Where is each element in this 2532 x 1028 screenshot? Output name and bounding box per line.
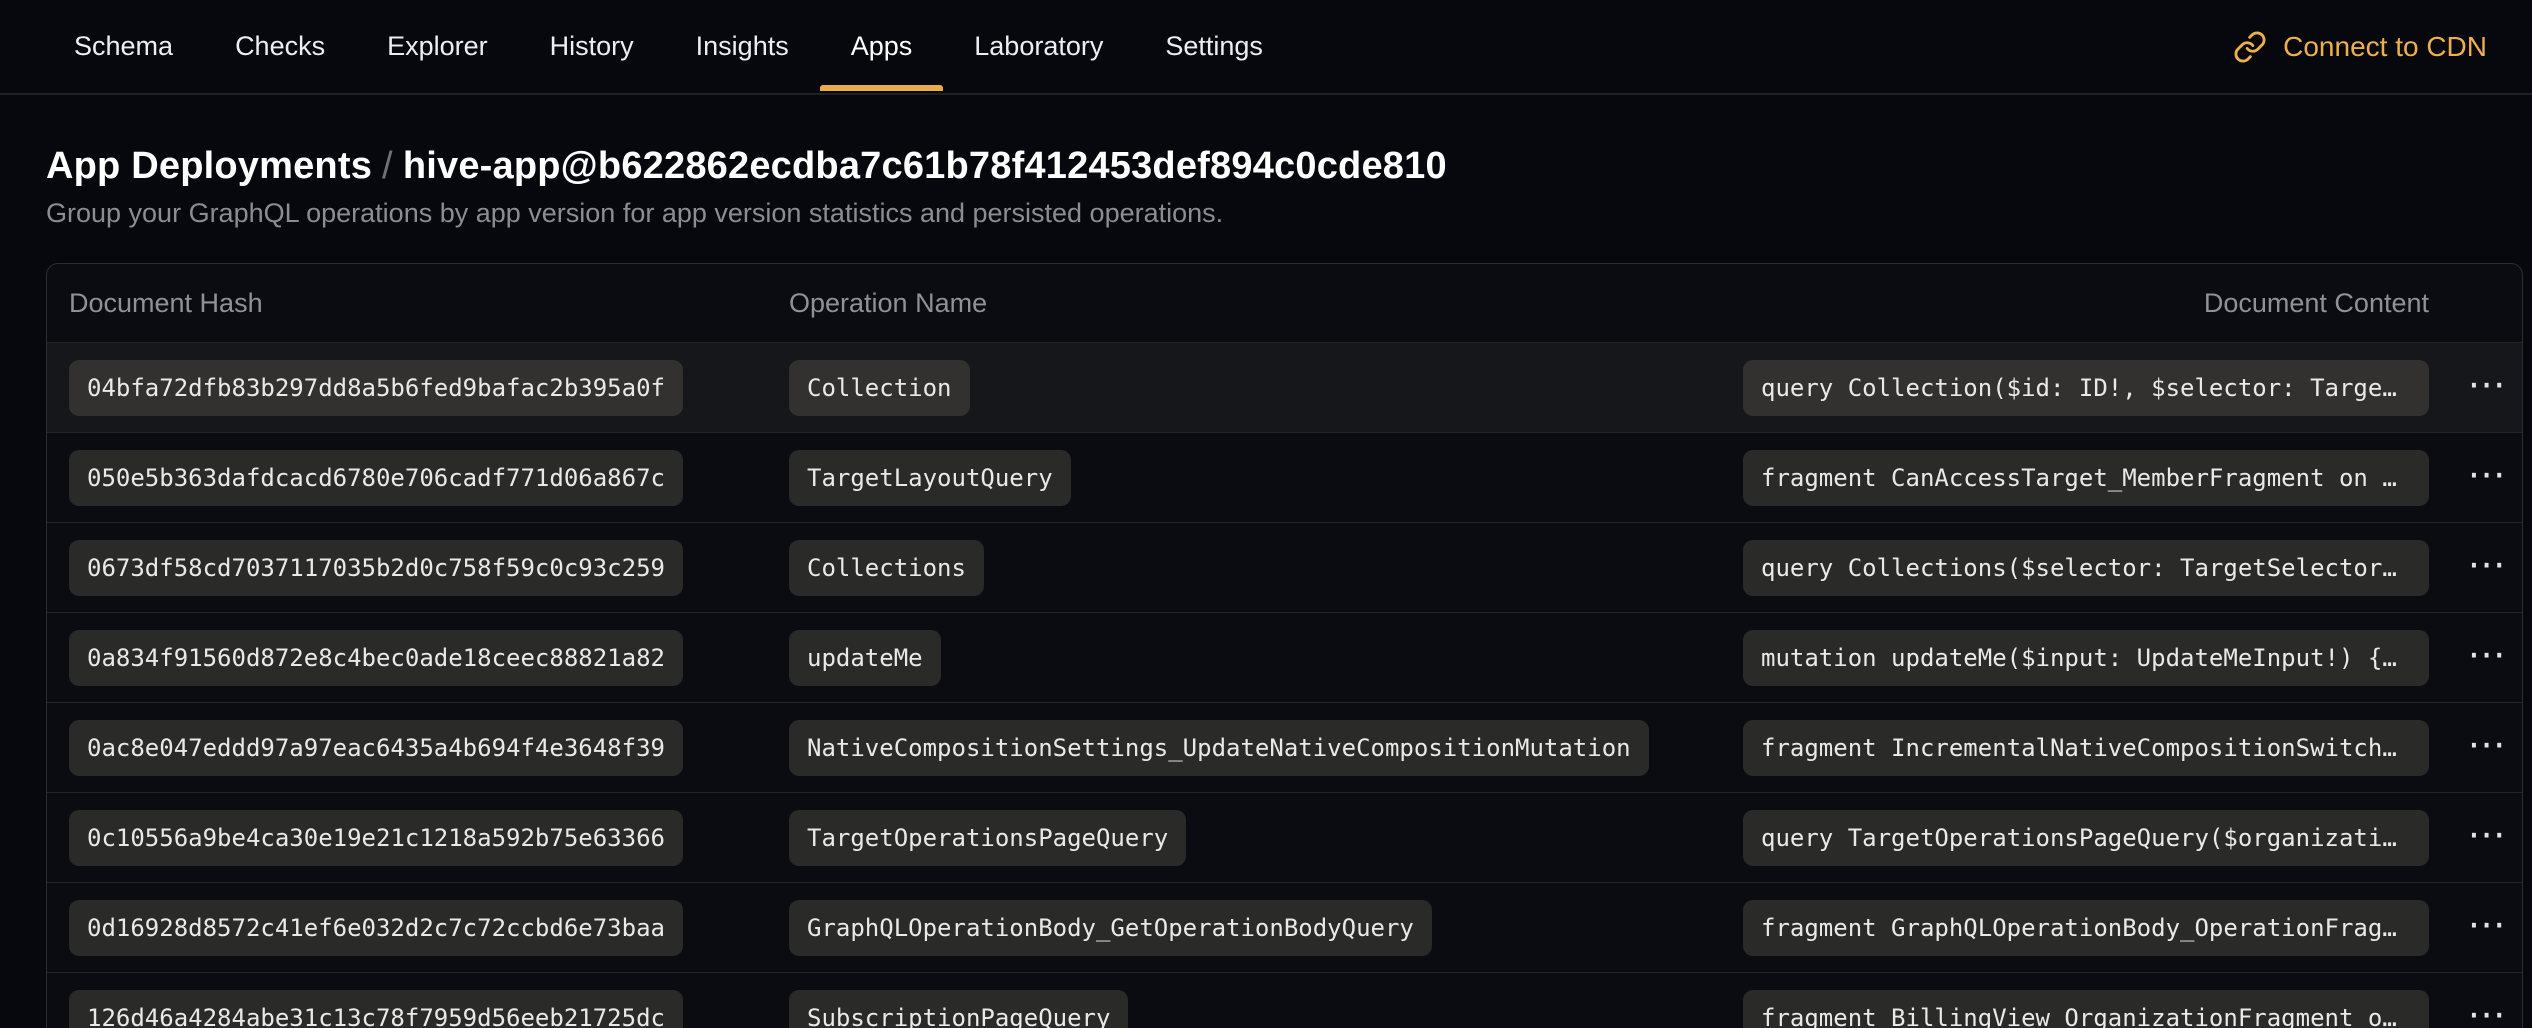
table-row[interactable]: 0a834f91560d872e8c4bec0ade18ceec88821a82… — [47, 612, 2522, 702]
tab-laboratory[interactable]: Laboratory — [943, 0, 1134, 93]
table-row[interactable]: 126d46a4284abe31c13c78f7959d56eeb21725dc… — [47, 972, 2522, 1028]
document-content-badge[interactable]: query Collection($id: ID!, $selector: Ta… — [1743, 360, 2429, 416]
table-row[interactable]: 0673df58cd7037117035b2d0c758f59c0c93c259… — [47, 522, 2522, 612]
ellipsis-icon: ⋯ — [2468, 635, 2506, 673]
connect-to-cdn-label: Connect to CDN — [2283, 31, 2487, 63]
table-row[interactable]: 0ac8e047eddd97a97eac6435a4b694f4e3648f39… — [47, 702, 2522, 792]
ellipsis-icon: ⋯ — [2468, 365, 2506, 403]
row-menu-button[interactable]: ⋯ — [2458, 999, 2516, 1028]
document-hash-badge[interactable]: 04bfa72dfb83b297dd8a5b6fed9bafac2b395a0f — [69, 360, 683, 416]
table-row[interactable]: 0c10556a9be4ca30e19e21c1218a592b75e63366… — [47, 792, 2522, 882]
table-row[interactable]: 050e5b363dafdcacd6780e706cadf771d06a867c… — [47, 432, 2522, 522]
document-content-badge[interactable]: mutation updateMe($input: UpdateMeInput!… — [1743, 630, 2429, 686]
document-hash-badge[interactable]: 0c10556a9be4ca30e19e21c1218a592b75e63366 — [69, 810, 683, 866]
column-header-document-hash: Document Hash — [47, 288, 767, 319]
column-header-document-content: Document Content — [1721, 288, 2451, 319]
operation-name-badge[interactable]: TargetLayoutQuery — [789, 450, 1071, 506]
ellipsis-icon: ⋯ — [2468, 995, 2506, 1028]
operation-name-badge[interactable]: GraphQLOperationBody_GetOperationBodyQue… — [789, 900, 1432, 956]
page-subtitle: Group your GraphQL operations by app ver… — [46, 196, 2487, 230]
row-menu-button[interactable]: ⋯ — [2458, 549, 2516, 587]
row-menu-button[interactable]: ⋯ — [2458, 369, 2516, 407]
page-content: App Deployments/hive-app@b622862ecdba7c6… — [0, 143, 2532, 1028]
row-menu-button[interactable]: ⋯ — [2458, 459, 2516, 497]
document-hash-badge[interactable]: 126d46a4284abe31c13c78f7959d56eeb21725dc — [69, 990, 683, 1028]
breadcrumb: App Deployments/hive-app@b622862ecdba7c6… — [46, 143, 2487, 189]
connect-to-cdn-button[interactable]: Connect to CDN — [2233, 0, 2487, 93]
table-row[interactable]: 04bfa72dfb83b297dd8a5b6fed9bafac2b395a0f… — [47, 342, 2522, 432]
ellipsis-icon: ⋯ — [2468, 905, 2506, 943]
ellipsis-icon: ⋯ — [2468, 725, 2506, 763]
ellipsis-icon: ⋯ — [2468, 545, 2506, 583]
document-content-badge[interactable]: query Collections($selector: TargetSelec… — [1743, 540, 2429, 596]
tab-checks[interactable]: Checks — [204, 0, 356, 93]
operation-name-badge[interactable]: Collections — [789, 540, 984, 596]
ellipsis-icon: ⋯ — [2468, 455, 2506, 493]
row-menu-button[interactable]: ⋯ — [2458, 729, 2516, 767]
document-content-badge[interactable]: fragment IncrementalNativeCompositionSwi… — [1743, 720, 2429, 776]
tab-apps[interactable]: Apps — [820, 0, 944, 93]
document-hash-badge[interactable]: 0ac8e047eddd97a97eac6435a4b694f4e3648f39 — [69, 720, 683, 776]
document-hash-badge[interactable]: 050e5b363dafdcacd6780e706cadf771d06a867c — [69, 450, 683, 506]
ellipsis-icon: ⋯ — [2468, 815, 2506, 853]
operation-name-badge[interactable]: NativeCompositionSettings_UpdateNativeCo… — [789, 720, 1649, 776]
app-deployments-table: Document Hash Operation Name Document Co… — [46, 263, 2523, 1028]
nav-tabs: Schema Checks Explorer History Insights … — [43, 0, 1294, 93]
table-row[interactable]: 0d16928d8572c41ef6e032d2c7c72ccbd6e73baa… — [47, 882, 2522, 972]
table-header-row: Document Hash Operation Name Document Co… — [47, 264, 2522, 342]
breadcrumb-app-id: hive-app@b622862ecdba7c61b78f412453def89… — [403, 145, 1447, 187]
document-hash-badge[interactable]: 0673df58cd7037117035b2d0c758f59c0c93c259 — [69, 540, 683, 596]
document-hash-badge[interactable]: 0a834f91560d872e8c4bec0ade18ceec88821a82 — [69, 630, 683, 686]
document-content-badge[interactable]: fragment GraphQLOperationBody_OperationF… — [1743, 900, 2429, 956]
tab-insights[interactable]: Insights — [665, 0, 820, 93]
operation-name-badge[interactable]: Collection — [789, 360, 970, 416]
tab-history[interactable]: History — [519, 0, 665, 93]
operation-name-badge[interactable]: TargetOperationsPageQuery — [789, 810, 1186, 866]
nav-spacer — [1294, 0, 2233, 93]
tab-schema[interactable]: Schema — [43, 0, 204, 93]
row-menu-button[interactable]: ⋯ — [2458, 819, 2516, 857]
row-menu-button[interactable]: ⋯ — [2458, 909, 2516, 947]
document-content-badge[interactable]: fragment BillingView_OrganizationFragmen… — [1743, 990, 2429, 1028]
document-content-badge[interactable]: fragment CanAccessTarget_MemberFragment … — [1743, 450, 2429, 506]
operation-name-badge[interactable]: updateMe — [789, 630, 941, 686]
column-header-operation-name: Operation Name — [767, 288, 1721, 319]
document-content-badge[interactable]: query TargetOperationsPageQuery($organiz… — [1743, 810, 2429, 866]
row-menu-button[interactable]: ⋯ — [2458, 639, 2516, 677]
operation-name-badge[interactable]: SubscriptionPageQuery — [789, 990, 1128, 1028]
tab-explorer[interactable]: Explorer — [356, 0, 519, 93]
breadcrumb-separator: / — [372, 145, 403, 187]
link-icon — [2233, 30, 2267, 64]
tab-settings[interactable]: Settings — [1134, 0, 1294, 93]
breadcrumb-app-deployments[interactable]: App Deployments — [46, 145, 372, 187]
top-navigation: Schema Checks Explorer History Insights … — [0, 0, 2532, 95]
document-hash-badge[interactable]: 0d16928d8572c41ef6e032d2c7c72ccbd6e73baa — [69, 900, 683, 956]
